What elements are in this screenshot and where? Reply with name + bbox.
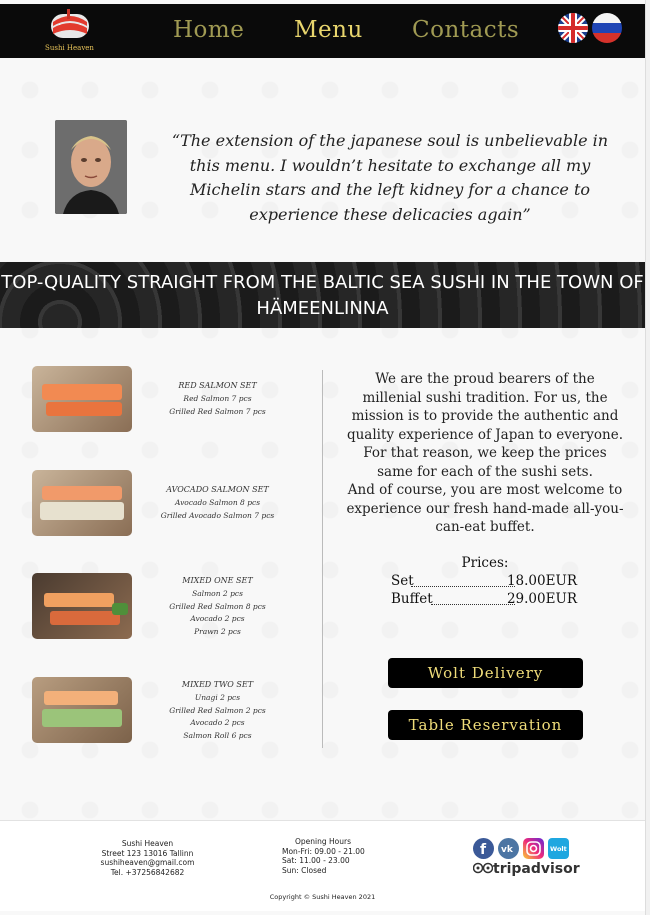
set-item: Grilled Red Salmon 7 pcs [169, 406, 266, 416]
sushi-logo-icon [51, 9, 89, 38]
facebook-icon[interactable]: f [473, 838, 494, 859]
header-bar: Sushi Heaven Home Menu Contacts [0, 4, 645, 58]
set-description-mixed-two: MIXED TWO SET Unagi 2 pcs Grilled Red Sa… [150, 679, 285, 743]
set-item: Avocado 2 pcs [190, 718, 245, 728]
owl-eyes-icon [472, 862, 494, 874]
wolt-delivery-button[interactable]: Wolt Delivery [388, 658, 583, 688]
logo-text: Sushi Heaven [45, 44, 94, 52]
tripadvisor-text: tripadvisor [493, 861, 580, 877]
price-value: 29.00EUR [506, 591, 577, 607]
svg-text:vk: vk [501, 845, 514, 855]
about-paragraph-1: We are the proud bearers of the millenia… [346, 371, 624, 480]
hours-saturday: Sat: 11.00 - 23.00 [282, 856, 350, 866]
wolt-badge-text: Wolt [550, 845, 567, 853]
price-row-buffet: Buffet 29.00EUR [391, 591, 577, 609]
footer-contact: Sushi Heaven Street 123 13016 Tallinn su… [90, 839, 205, 878]
column-divider [322, 370, 323, 748]
page: Sushi Heaven Home Menu Contacts “The ext… [0, 0, 646, 915]
set-item: Grilled Avocado Salmon 7 pcs [160, 510, 275, 520]
price-row-set: Set 18.00EUR [391, 573, 577, 591]
set-item: Avocado 2 pcs [190, 614, 245, 624]
red-salmon-set-photo [32, 366, 132, 432]
svg-text:f: f [480, 842, 487, 858]
set-item: Salmon 2 pcs [192, 588, 243, 598]
instagram-icon[interactable] [523, 838, 544, 859]
vk-icon[interactable]: vk [498, 838, 519, 859]
mixed-one-set-photo [32, 573, 132, 639]
set-item: Prawn 2 pcs [194, 627, 241, 637]
set-item: Unagi 2 pcs [194, 692, 241, 702]
set-item: Grilled Red Salmon 8 pcs [169, 601, 266, 611]
nav-home[interactable]: Home [173, 17, 244, 43]
footer-phone[interactable]: Tel. +37256842682 [90, 868, 205, 878]
chef-quote: “The extension of the japanese soul is u… [171, 131, 609, 224]
nav-contacts[interactable]: Contacts [412, 17, 519, 43]
set-title: RED SALMON SET [178, 381, 257, 390]
chef-photo [55, 120, 127, 214]
set-description-avocado-salmon: AVOCADO SALMON SET Avocado Salmon 8 pcs … [150, 484, 285, 522]
mixed-two-set-photo [32, 677, 132, 743]
price-leader-dots [411, 586, 515, 587]
price-value: 18.00EUR [506, 573, 577, 589]
price-leader-dots [431, 604, 515, 605]
footer-address: Street 123 13016 Tallinn [101, 848, 194, 858]
avocado-salmon-set-photo [32, 470, 132, 536]
set-item: Salmon Roll 6 pcs [183, 731, 252, 741]
hours-sunday: Sun: Closed [282, 866, 327, 876]
footer-business-name: Sushi Heaven [121, 839, 174, 848]
set-item: Red Salmon 7 pcs [183, 393, 252, 403]
hours-title: Opening Hours [295, 837, 351, 846]
set-item: Avocado Salmon 8 pcs [174, 497, 261, 507]
ru-flag-icon[interactable] [592, 13, 622, 43]
table-reservation-button[interactable]: Table Reservation [388, 710, 583, 740]
hours-weekdays: Mon-Fri: 09.00 - 21.00 [282, 846, 365, 856]
set-item: Grilled Red Salmon 2 pcs [169, 705, 266, 715]
logo[interactable]: Sushi Heaven [42, 6, 97, 56]
tripadvisor-logo[interactable]: tripadvisor [472, 861, 580, 877]
about-paragraph-2: And of course, you are most welcome to e… [346, 482, 624, 535]
set-description-mixed-one: MIXED ONE SET Salmon 2 pcs Grilled Red S… [150, 575, 285, 639]
set-title: MIXED ONE SET [182, 576, 253, 585]
prices-title: Prices: [461, 555, 509, 571]
copyright: Copyright © Sushi Heaven 2021 [269, 893, 376, 901]
hero-banner: TOP-QUALITY STRAIGHT FROM THE BALTIC SEA… [0, 262, 645, 328]
price-label: Buffet [391, 591, 433, 607]
uk-flag-icon[interactable] [558, 13, 588, 43]
set-description-red-salmon: RED SALMON SET Red Salmon 7 pcs Grilled … [150, 380, 285, 418]
banner-text: TOP-QUALITY STRAIGHT FROM THE BALTIC SEA… [1, 272, 644, 319]
footer-email[interactable]: sushiheaven@gmail.com [90, 858, 205, 868]
wolt-icon[interactable]: Wolt [548, 838, 569, 859]
set-title: AVOCADO SALMON SET [166, 485, 269, 494]
nav-menu[interactable]: Menu [294, 17, 363, 43]
set-title: MIXED TWO SET [181, 680, 254, 689]
footer-hours: Opening Hours Mon-Fri: 09.00 - 21.00 Sat… [268, 837, 378, 876]
